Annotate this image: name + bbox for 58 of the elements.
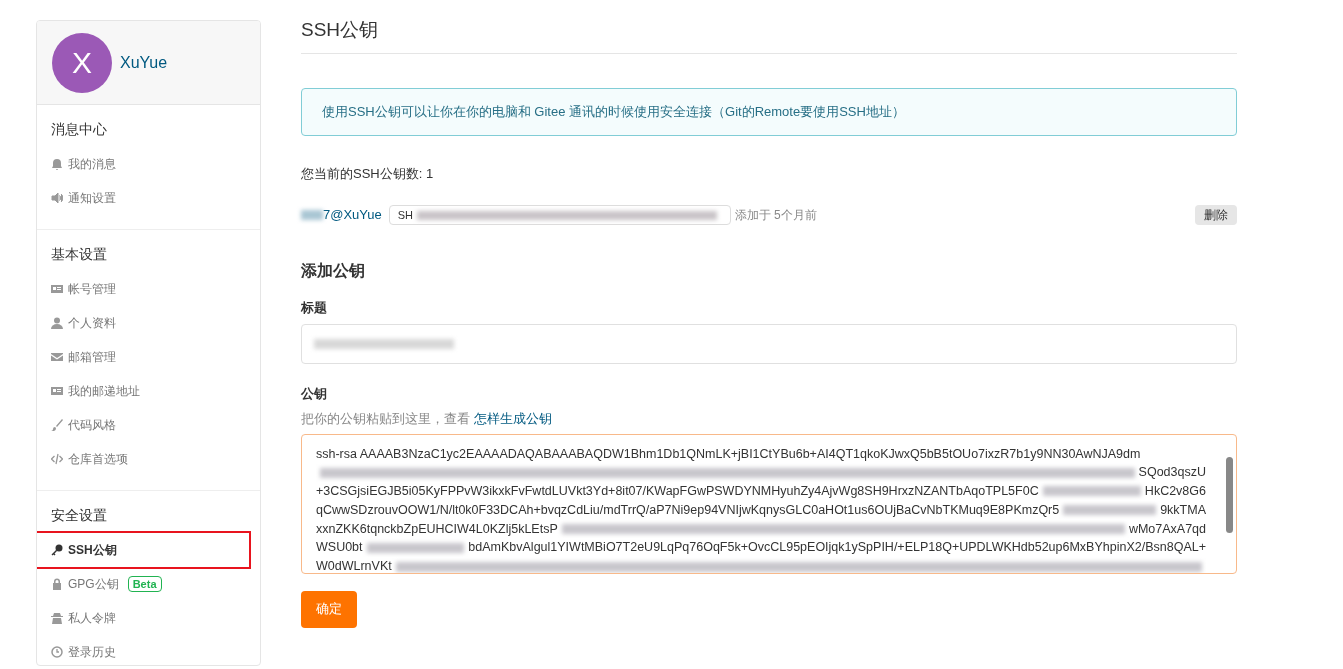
beta-badge: Beta bbox=[127, 576, 162, 592]
key-text: SQod3qszU bbox=[1138, 464, 1206, 482]
sidebar-item[interactable]: 通知设置 bbox=[51, 181, 246, 215]
submit-button[interactable]: 确定 bbox=[301, 590, 357, 628]
added-time: 添加于 5个月前 bbox=[734, 207, 817, 224]
sidebar-item[interactable]: SSH公钥 bbox=[37, 533, 249, 567]
title-input-field[interactable] bbox=[301, 323, 1237, 364]
sidebar-item[interactable]: 邮箱管理 bbox=[51, 340, 246, 374]
sidebar-item[interactable]: 我的邮递地址 bbox=[51, 374, 246, 408]
brush-icon bbox=[51, 419, 63, 431]
fingerprint-text: SH bbox=[397, 207, 414, 223]
sidebar-heading: 安全设置 bbox=[51, 506, 108, 525]
key-icon bbox=[51, 544, 63, 556]
scrollbar[interactable] bbox=[1226, 456, 1233, 533]
section-title: 添加公钥 bbox=[301, 261, 366, 281]
key-title-link[interactable]: 7@XuYue bbox=[323, 205, 382, 225]
bell-icon bbox=[51, 158, 63, 170]
lock-icon bbox=[51, 578, 63, 590]
spy-icon bbox=[51, 612, 63, 624]
sidebar-item[interactable]: 我的消息 bbox=[51, 147, 246, 181]
key-text: qCwwSDzrouvOOW1/N/lt0k0F33DCAh+bvqzCdLiu/mdTrrQ/aP7Ni9ep94VNIjwKqnysGLC0aHOt1us6OUjBaCvNbTKMuq9E8PKmzQr5 bbox=[316, 501, 1060, 519]
key-text: ssh-rsa AAAAB3NzaC1yc2EAAAADAQABAAABAQDW1Bhm1Db1QNmLK+jBI1CtYBu6b+AI4QT1qkoKJwxQ5bB5tOUo7ixzR7b1y9NN30AwNJA9dm bbox=[316, 445, 1141, 463]
key-text: WSU0bt bbox=[316, 539, 363, 557]
user-name[interactable]: XuYue bbox=[120, 50, 168, 75]
history-icon bbox=[51, 646, 63, 658]
key-text: xxnZKK6tqnckbZpEUHCIW4L0KZlj5kLEtsP bbox=[316, 520, 558, 538]
info-message: 使用SSH公钥可以让你在你的电脑和 Gitee 通讯的时候使用安全连接（Git的Remote要使用SSH地址） bbox=[301, 87, 1237, 136]
field-label: 公钥 bbox=[301, 384, 328, 403]
sidebar-item[interactable]: 帐号管理 bbox=[51, 272, 246, 306]
user-icon bbox=[51, 317, 63, 329]
key-text: wMo7AxA7qd bbox=[1128, 520, 1206, 538]
code-icon bbox=[51, 453, 63, 465]
key-count: 您当前的SSH公钥数: 1 bbox=[301, 164, 435, 183]
key-text: HkC2v8G6 bbox=[1144, 483, 1206, 501]
card-icon bbox=[51, 283, 63, 295]
sidebar-item[interactable]: 仓库首选项 bbox=[51, 442, 246, 476]
avatar[interactable]: X bbox=[52, 32, 112, 93]
sidebar-item[interactable]: GPG公钥 Beta bbox=[51, 567, 246, 601]
field-hint: 把你的公钥粘贴到这里，查看 bbox=[301, 410, 470, 428]
mail-icon bbox=[51, 351, 63, 363]
page-title: SSH公钥 bbox=[301, 16, 1237, 54]
sidebar-item[interactable]: 个人资料 bbox=[51, 306, 246, 340]
help-link[interactable]: 怎样生成公钥 bbox=[474, 409, 552, 429]
key-text: bdAmKbvAlgul1YIWtMBiO7T2eU9LqPq76OqF5k+OvcCL95pEOIjqk1ySpPIH/+ELP18Q+UPDLWKHdb52up6MxBYhpinX2/Bsn8QAL+ bbox=[468, 539, 1206, 557]
blurred-text bbox=[301, 210, 323, 220]
sidebar-heading: 消息中心 bbox=[51, 120, 108, 139]
card-icon bbox=[51, 385, 63, 397]
key-textarea[interactable] bbox=[301, 433, 1237, 574]
sidebar-item[interactable]: 代码风格 bbox=[51, 408, 246, 442]
sidebar-item[interactable]: 登录历史 bbox=[51, 635, 246, 665]
key-text: W0dWLrnVKt bbox=[316, 558, 392, 573]
sidebar-heading: 基本设置 bbox=[51, 245, 108, 264]
key-text: 9kkTMA bbox=[1160, 501, 1206, 519]
field-label: 标题 bbox=[301, 299, 328, 317]
delete-button[interactable]: 删除 bbox=[1195, 205, 1237, 225]
speaker-icon bbox=[51, 192, 63, 204]
sidebar-item[interactable]: 私人令牌 bbox=[51, 601, 246, 635]
key-text: +3CSGjsiEGJB5i05KyFPPvW3ikxkFvFwtdLUVkt3Yd+8it07/KWapFGwPSWDYNMHyuhZy4AjvWg8SH9HrxzNZANTbAqoTPL5F0C bbox=[316, 483, 1039, 501]
